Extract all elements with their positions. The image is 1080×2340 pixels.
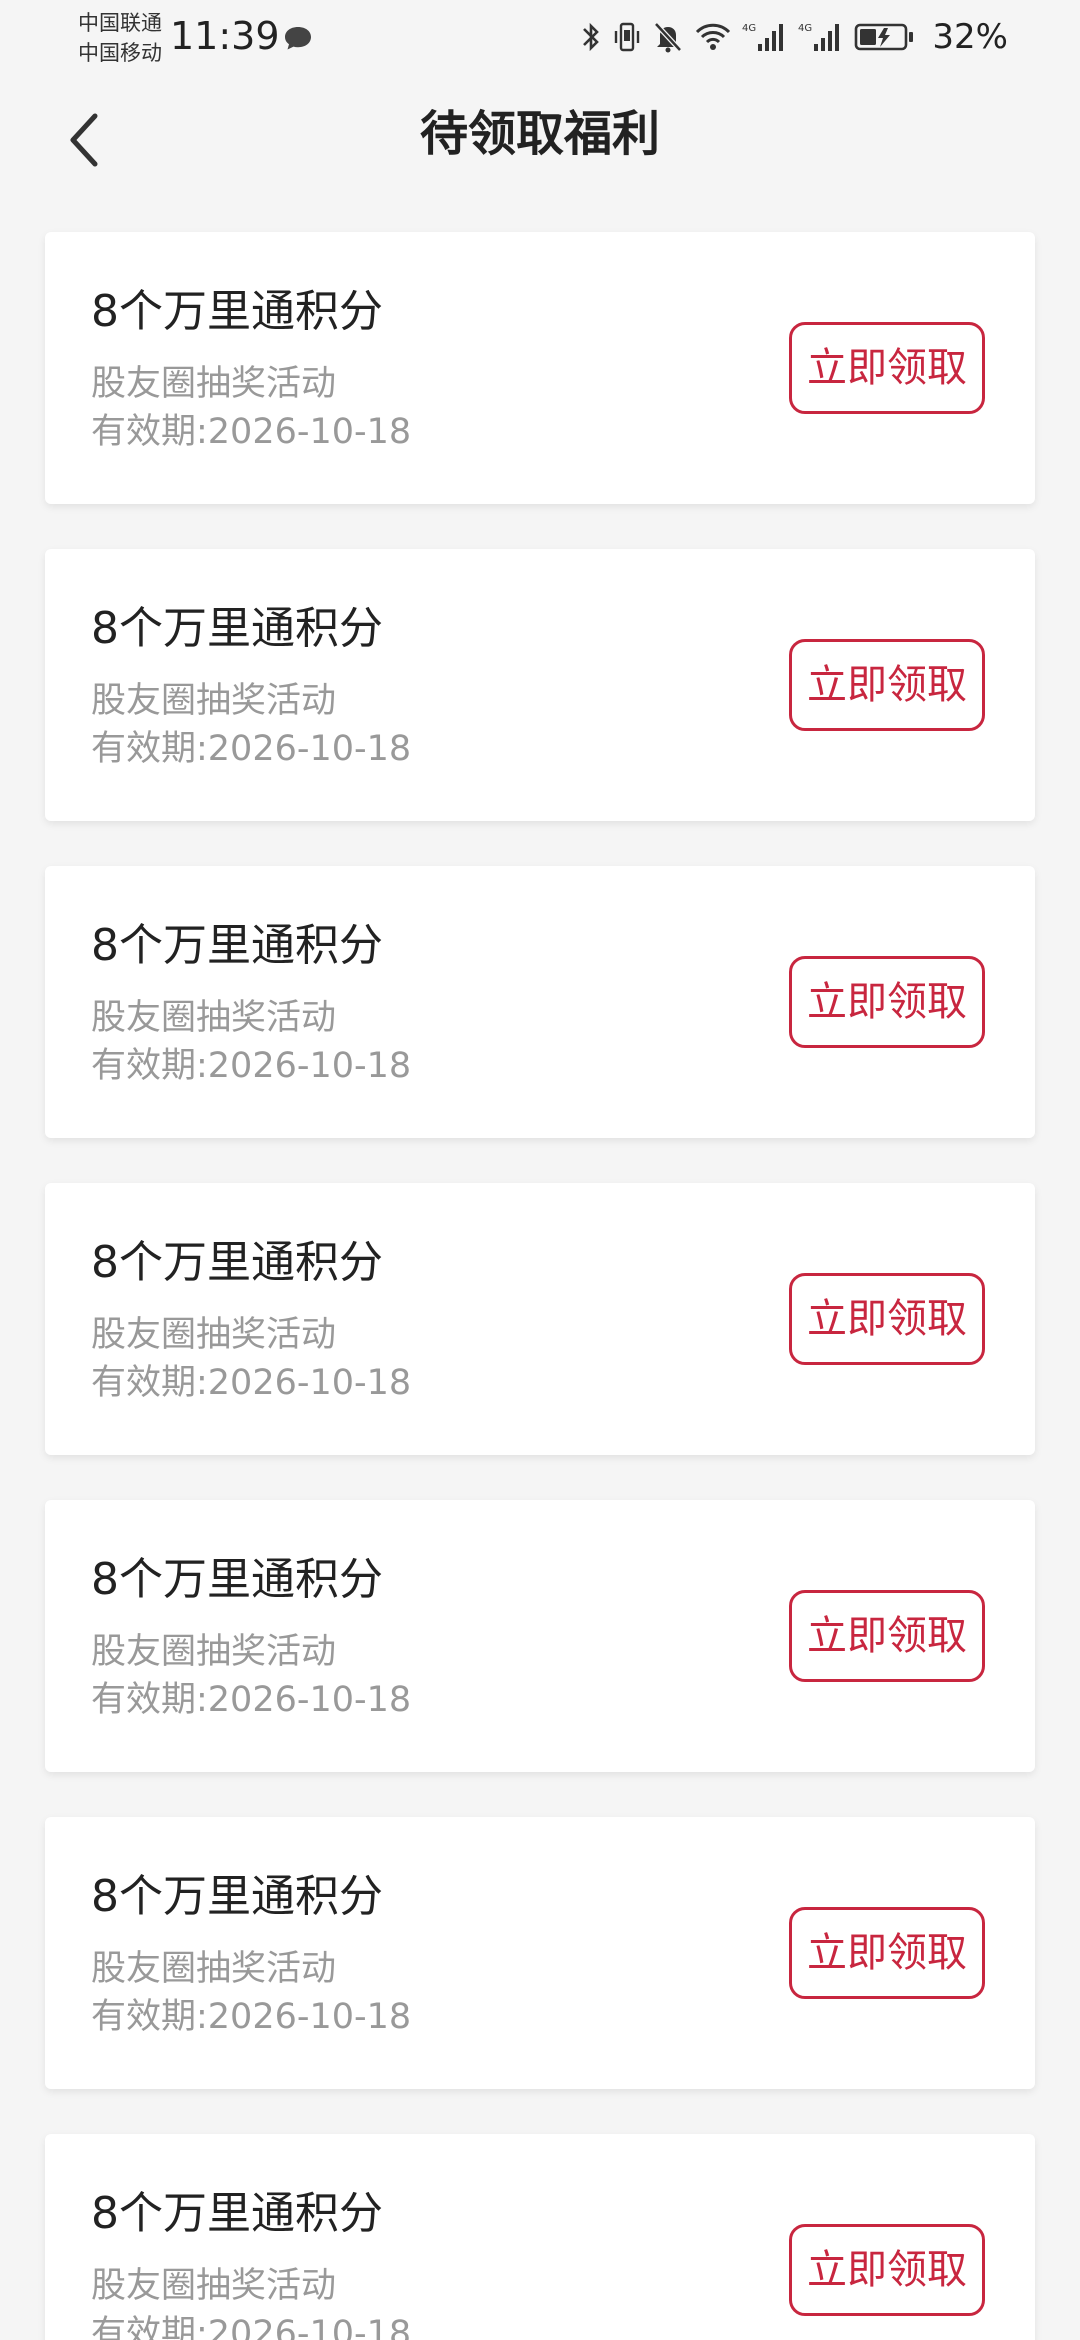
- signal-4g-icon: 4G: [742, 23, 784, 51]
- benefit-source: 股友圈抽奖活动: [91, 364, 337, 404]
- benefit-expiry: 有效期:2026-10-18: [91, 729, 412, 769]
- benefit-title: 8个万里通积分: [91, 920, 383, 971]
- benefit-source: 股友圈抽奖活动: [91, 2266, 337, 2306]
- vibrate-icon: [615, 22, 640, 52]
- benefit-expiry: 有效期:2026-10-18: [91, 1680, 412, 1720]
- benefit-card: 8个万里通积分 股友圈抽奖活动 有效期:2026-10-18 立即领取: [45, 1817, 1035, 2089]
- benefit-source: 股友圈抽奖活动: [91, 1315, 337, 1355]
- benefit-card: 8个万里通积分 股友圈抽奖活动 有效期:2026-10-18 立即领取: [45, 866, 1035, 1138]
- claim-now-button[interactable]: 立即领取: [789, 1273, 985, 1365]
- claim-now-button[interactable]: 立即领取: [789, 639, 985, 731]
- battery-charging-icon: [855, 23, 914, 51]
- benefit-expiry: 有效期:2026-10-18: [91, 412, 412, 452]
- wifi-icon: [696, 23, 731, 50]
- benefit-card: 8个万里通积分 股友圈抽奖活动 有效期:2026-10-18 立即领取: [45, 549, 1035, 821]
- message-icon: [285, 27, 311, 50]
- benefits-list[interactable]: 8个万里通积分 股友圈抽奖活动 有效期:2026-10-18 立即领取 8个万里…: [0, 202, 1080, 2340]
- svg-text:4G: 4G: [798, 23, 812, 34]
- benefit-source: 股友圈抽奖活动: [91, 998, 337, 1038]
- carrier-2-label: 中国移动: [78, 41, 162, 65]
- carrier-labels: 中国联通 中国移动: [78, 8, 162, 68]
- benefit-expiry: 有效期:2026-10-18: [91, 1046, 412, 1086]
- benefit-card: 8个万里通积分 股友圈抽奖活动 有效期:2026-10-18 立即领取: [45, 2134, 1035, 2340]
- claim-now-button[interactable]: 立即领取: [789, 1590, 985, 1682]
- benefit-expiry: 有效期:2026-10-18: [91, 2314, 412, 2340]
- benefit-title: 8个万里通积分: [91, 2188, 383, 2239]
- claim-now-button[interactable]: 立即领取: [789, 956, 985, 1048]
- battery-percentage: 32%: [932, 17, 1008, 57]
- claim-now-button[interactable]: 立即领取: [789, 2224, 985, 2316]
- navigation-bar: 待领取福利: [0, 72, 1080, 202]
- benefit-card: 8个万里通积分 股友圈抽奖活动 有效期:2026-10-18 立即领取: [45, 1500, 1035, 1772]
- benefit-source: 股友圈抽奖活动: [91, 1949, 337, 1989]
- page-title: 待领取福利: [419, 106, 660, 162]
- bluetooth-icon: [583, 22, 600, 52]
- claim-now-button[interactable]: 立即领取: [789, 1907, 985, 1999]
- benefit-title: 8个万里通积分: [91, 603, 383, 654]
- status-time: 11:39: [170, 14, 280, 58]
- benefit-source: 股友圈抽奖活动: [91, 681, 337, 721]
- benefit-source: 股友圈抽奖活动: [91, 1632, 337, 1672]
- benefit-expiry: 有效期:2026-10-18: [91, 1997, 412, 2037]
- signal-4g-icon: 4G: [798, 23, 840, 51]
- status-icons: 4G 4G 32%: [580, 14, 1008, 60]
- benefit-title: 8个万里通积分: [91, 286, 383, 337]
- carrier-1-label: 中国联通: [78, 11, 162, 35]
- benefit-card: 8个万里通积分 股友圈抽奖活动 有效期:2026-10-18 立即领取: [45, 1183, 1035, 1455]
- benefit-expiry: 有效期:2026-10-18: [91, 1363, 412, 1403]
- claim-now-button[interactable]: 立即领取: [789, 322, 985, 414]
- status-bar: 中国联通 中国移动 11:39 4G 4G 32%: [0, 0, 1080, 72]
- benefit-title: 8个万里通积分: [91, 1237, 383, 1288]
- svg-text:4G: 4G: [742, 23, 756, 34]
- benefit-title: 8个万里通积分: [91, 1554, 383, 1605]
- mute-icon: [654, 22, 683, 53]
- benefit-card: 8个万里通积分 股友圈抽奖活动 有效期:2026-10-18 立即领取: [45, 232, 1035, 504]
- benefit-title: 8个万里通积分: [91, 1871, 383, 1922]
